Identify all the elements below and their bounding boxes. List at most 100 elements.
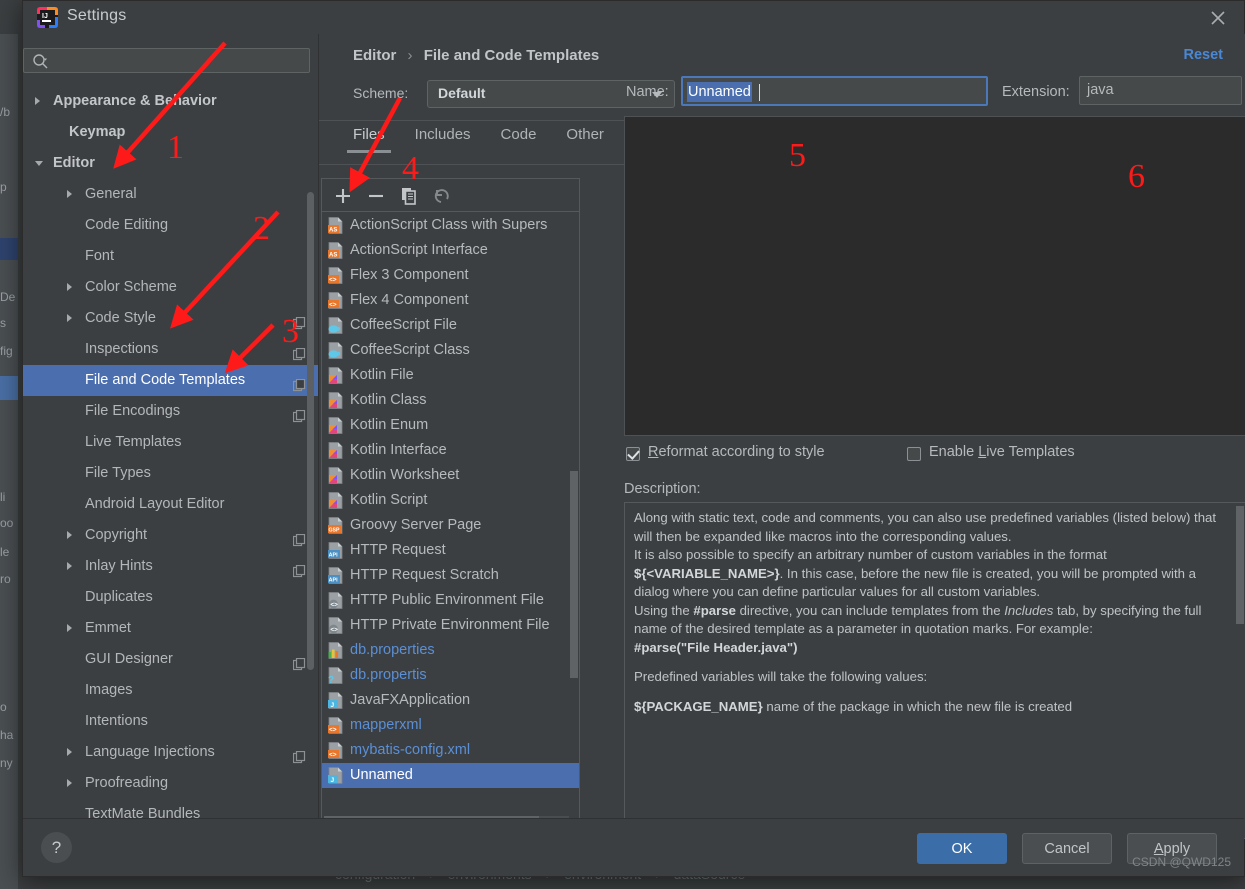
add-template-button[interactable]: [332, 185, 354, 207]
svg-text:?: ?: [328, 675, 334, 684]
sidebar-item-color-scheme[interactable]: Color Scheme: [23, 272, 318, 303]
sidebar-item-code-editing[interactable]: Code Editing: [23, 210, 318, 241]
tab-code[interactable]: Code: [501, 126, 537, 153]
sidebar-item-language-injections[interactable]: Language Injections: [23, 737, 318, 768]
settings-tree[interactable]: Appearance & Behavior Keymap Editor General…: [23, 86, 318, 818]
list-item[interactable]: <> Flex 3 Component: [322, 263, 579, 288]
sidebar-item-editor[interactable]: Editor: [23, 148, 318, 179]
sidebar-item-keymap[interactable]: Keymap: [23, 117, 318, 148]
sidebar-item-images[interactable]: Images: [23, 675, 318, 706]
breadcrumb-parent[interactable]: Editor: [353, 47, 396, 64]
tab-includes[interactable]: Includes: [415, 126, 471, 153]
ok-button-label: OK: [951, 841, 973, 857]
list-item[interactable]: J JavaFXApplication: [322, 688, 579, 713]
tab-files[interactable]: Files: [347, 126, 391, 153]
sidebar-scrollbar-thumb[interactable]: [307, 192, 314, 670]
chevron-right-icon[interactable]: [67, 562, 72, 570]
list-item[interactable]: Kotlin Worksheet: [322, 463, 579, 488]
chevron-right-icon[interactable]: [35, 97, 40, 105]
list-item[interactable]: Kotlin Class: [322, 388, 579, 413]
sidebar-item-file-and-code-templates[interactable]: File and Code Templates: [23, 365, 318, 396]
list-item[interactable]: CoffeeScript File: [322, 313, 579, 338]
list-item[interactable]: Kotlin Interface: [322, 438, 579, 463]
search-input[interactable]: [54, 49, 304, 72]
kotlin-file-icon: [328, 442, 344, 459]
list-item[interactable]: db.properties: [322, 638, 579, 663]
sidebar-item-inspections[interactable]: Inspections: [23, 334, 318, 365]
template-list-scrollbar-thumb[interactable]: [570, 471, 578, 678]
sidebar-item-inlay-hints[interactable]: Inlay Hints: [23, 551, 318, 582]
list-item[interactable]: <> HTTP Public Environment File: [322, 588, 579, 613]
sidebar-item-live-templates[interactable]: Live Templates: [23, 427, 318, 458]
list-item[interactable]: CoffeeScript Class: [322, 338, 579, 363]
list-item[interactable]: API HTTP Request: [322, 538, 579, 563]
close-icon[interactable]: [1206, 6, 1230, 30]
extension-input[interactable]: java: [1079, 76, 1242, 105]
sidebar-item-appearance-behavior[interactable]: Appearance & Behavior: [23, 86, 318, 117]
chevron-right-icon[interactable]: [67, 779, 72, 787]
chevron-right-icon[interactable]: [67, 531, 72, 539]
template-tabs[interactable]: Files Includes Code Other: [347, 126, 634, 162]
sidebar-item-intentions[interactable]: Intentions: [23, 706, 318, 737]
sidebar-item-textmate-bundles[interactable]: TextMate Bundles: [23, 799, 318, 818]
list-item[interactable]: <> mybatis-config.xml: [322, 738, 579, 763]
kotlin-file-icon: [328, 392, 344, 409]
list-item[interactable]: AS ActionScript Interface: [322, 238, 579, 263]
ide-ghost-highlight: [0, 376, 18, 400]
help-button[interactable]: ?: [41, 832, 72, 863]
list-item[interactable]: <> HTTP Private Environment File: [322, 613, 579, 638]
cancel-button[interactable]: Cancel: [1022, 833, 1112, 864]
name-input[interactable]: Unnamed: [681, 76, 988, 106]
list-item[interactable]: AS ActionScript Class with Supers: [322, 213, 579, 238]
copy-scope-icon: [292, 652, 306, 671]
sidebar-item-android-layout-editor[interactable]: Android Layout Editor: [23, 489, 318, 520]
list-item[interactable]: Kotlin Script: [322, 488, 579, 513]
list-item[interactable]: <> Flex 4 Component: [322, 288, 579, 313]
reset-link[interactable]: Reset: [1184, 47, 1224, 63]
list-item[interactable]: GSP Groovy Server Page: [322, 513, 579, 538]
ok-button[interactable]: OK: [917, 833, 1007, 864]
chevron-right-icon[interactable]: [67, 314, 72, 322]
chevron-down-icon[interactable]: [35, 161, 43, 166]
sidebar-item-gui-designer[interactable]: GUI Designer: [23, 644, 318, 675]
ide-ghost-label: De: [0, 290, 16, 304]
template-name: HTTP Request: [350, 542, 446, 558]
sidebar-item-copyright[interactable]: Copyright: [23, 520, 318, 551]
ide-ghost-label: ha: [0, 728, 14, 742]
sidebar-item-code-style[interactable]: Code Style: [23, 303, 318, 334]
list-item[interactable]: <> mapperxml: [322, 713, 579, 738]
reset-template-button[interactable]: [431, 185, 453, 207]
chevron-right-icon[interactable]: [67, 283, 72, 291]
live-templates-checkbox[interactable]: [907, 447, 921, 461]
tab-other[interactable]: Other: [566, 126, 604, 153]
remove-template-button[interactable]: [365, 185, 387, 207]
chevron-right-icon[interactable]: [67, 748, 72, 756]
list-item[interactable]: Kotlin Enum: [322, 413, 579, 438]
copy-template-button[interactable]: [398, 185, 420, 207]
list-item[interactable]: J Unnamed: [322, 763, 579, 788]
description-scrollbar-thumb[interactable]: [1236, 506, 1244, 624]
chevron-right-icon[interactable]: [67, 624, 72, 632]
sidebar-item-font[interactable]: Font: [23, 241, 318, 272]
description-run: Along with static text, code and comment…: [634, 510, 1217, 544]
list-item[interactable]: API HTTP Request Scratch: [322, 563, 579, 588]
sidebar-item-duplicates[interactable]: Duplicates: [23, 582, 318, 613]
ide-ghost-selection: [0, 238, 18, 260]
label-post: eformat according to style: [658, 444, 825, 460]
sidebar-item-emmet[interactable]: Emmet: [23, 613, 318, 644]
sidebar-scrollbar-track[interactable]: [307, 96, 316, 818]
api-file-icon: API: [328, 542, 344, 559]
list-item[interactable]: Kotlin File: [322, 363, 579, 388]
reformat-checkbox[interactable]: [626, 447, 640, 461]
sidebar-item-file-encodings[interactable]: File Encodings: [23, 396, 318, 427]
chevron-right-icon[interactable]: [67, 190, 72, 198]
svg-text:GSP: GSP: [329, 528, 340, 534]
list-item[interactable]: ? db.propertis: [322, 663, 579, 688]
template-list[interactable]: AS ActionScript Class with Supers AS Action…: [322, 213, 579, 814]
sidebar-item-proofreading[interactable]: Proofreading: [23, 768, 318, 799]
sidebar-item-file-types[interactable]: File Types: [23, 458, 318, 489]
sidebar-item-general[interactable]: General: [23, 179, 318, 210]
template-code-editor[interactable]: [624, 116, 1245, 436]
search-box[interactable]: [23, 48, 310, 73]
